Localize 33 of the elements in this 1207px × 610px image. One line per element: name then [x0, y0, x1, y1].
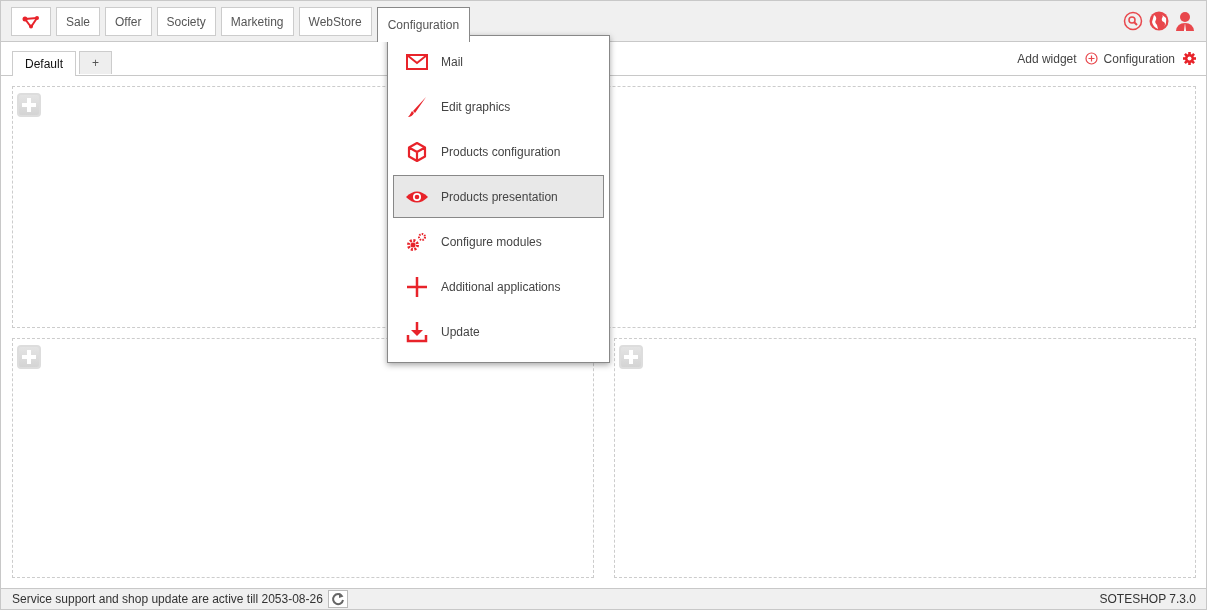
mail-icon [406, 53, 428, 70]
user-icon[interactable] [1175, 11, 1195, 31]
menu-item[interactable]: Additional applications [393, 265, 604, 308]
nav-tab[interactable]: Society [156, 7, 216, 36]
support-status-text: Service support and shop update are active till 2053-08-26 [12, 592, 323, 606]
dashboard-tab[interactable]: Default [12, 51, 77, 76]
menu-item[interactable]: Products configuration [393, 130, 604, 173]
nav-tab[interactable]: Configuration [376, 7, 471, 42]
menu-item[interactable]: Mail [393, 40, 604, 83]
download-icon [406, 320, 428, 343]
nav-tab[interactable]: Offer [105, 7, 152, 36]
menu-item[interactable]: Edit graphics [393, 85, 604, 128]
eye-icon [405, 189, 429, 204]
gears-icon [406, 231, 428, 252]
globe-icon[interactable] [1149, 11, 1169, 31]
menu-item[interactable]: Update [393, 310, 604, 353]
logo-button[interactable] [11, 7, 51, 36]
add-widget-link[interactable]: Add widget [1017, 51, 1077, 66]
logo-icon [22, 14, 40, 29]
box-icon [407, 140, 427, 163]
nav-tab[interactable]: Sale [56, 7, 101, 36]
plus-icon [406, 275, 428, 298]
add-tab[interactable]: + [79, 51, 113, 74]
nav-tab[interactable]: WebStore [298, 7, 372, 36]
add-icon[interactable] [1084, 52, 1098, 65]
menu-item[interactable]: Configure modules [393, 220, 604, 263]
refresh-button[interactable] [327, 590, 348, 608]
menu-item[interactable]: Products presentation [393, 175, 604, 218]
configuration-link[interactable]: Configuration [1103, 51, 1175, 66]
search-icon[interactable] [1123, 11, 1143, 31]
version-text: SOTESHOP 7.3.0 [1099, 592, 1196, 606]
nav-tab[interactable]: Marketing [220, 7, 294, 36]
settings-icon[interactable] [1183, 52, 1196, 65]
